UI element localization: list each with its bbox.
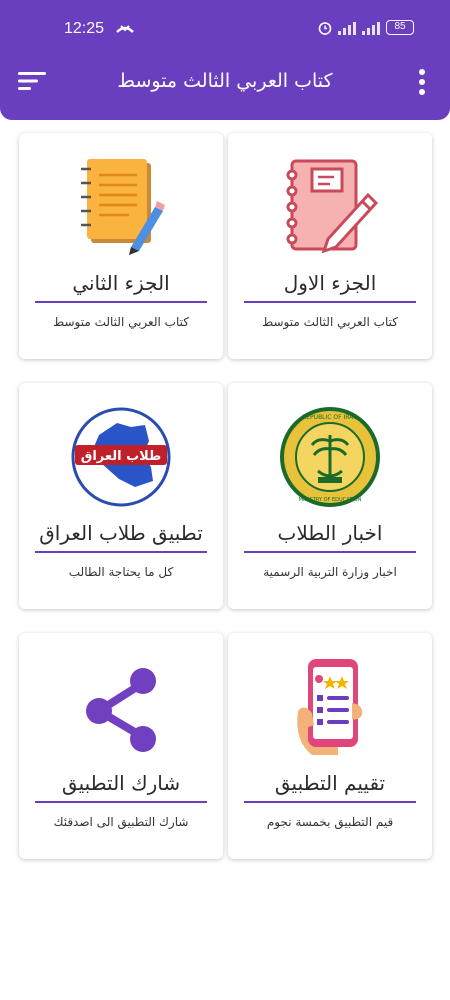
- card-subtitle: كل ما يحتاجة الطالب: [68, 565, 174, 579]
- status-bar: 12:25 85: [0, 18, 450, 42]
- divider: [35, 551, 207, 553]
- card-title: اخبار الطلاب: [277, 521, 383, 545]
- card-subtitle: قيم التطبيق بخمسة نجوم: [266, 815, 394, 829]
- card-share-app[interactable]: شارك التطبيق شارك التطبيق الى اصدقئك: [19, 633, 223, 859]
- divider: [244, 801, 416, 803]
- card-subtitle: كتاب العربي الثالث متوسط: [262, 315, 398, 329]
- card-rate-app[interactable]: تقييم التطبيق قيم التطبيق بخمسة نجوم: [228, 633, 432, 859]
- divider: [35, 301, 207, 303]
- signal-2-icon: [362, 21, 380, 35]
- battery-icon: 85: [386, 20, 414, 35]
- share-icon: [86, 668, 156, 752]
- card-subtitle: كتاب العربي الثالث متوسط: [53, 315, 189, 329]
- card-title: تطبيق طلاب العراق: [39, 521, 203, 545]
- card-part-two[interactable]: الجزء الثاني كتاب العربي الثالث متوسط: [19, 133, 223, 359]
- card-subtitle: شارك التطبيق الى اصدقئك: [53, 815, 189, 829]
- app-bar: 12:25 85 كتاب العربي الثالث متوسط: [0, 0, 450, 120]
- card-subtitle: اخبار وزارة التربية الرسمية: [263, 565, 397, 579]
- status-time: 12:25: [64, 20, 105, 37]
- card-title: الجزء الاول: [283, 271, 377, 295]
- logo-text: طلاب العراق: [81, 449, 162, 464]
- missed-call-icon: [116, 25, 134, 33]
- app-title: كتاب العربي الثالث متوسط: [117, 70, 333, 92]
- ministry-emblem-icon: REPUBLIC OF IRAQ MINISTRY OF EDUCATION: [280, 407, 380, 507]
- card-student-news[interactable]: REPUBLIC OF IRAQ MINISTRY OF EDUCATION ا…: [228, 383, 432, 609]
- alarm-icon: [318, 21, 332, 35]
- card-title: الجزء الثاني: [72, 271, 170, 295]
- more-options-icon[interactable]: [418, 68, 426, 96]
- divider: [244, 301, 416, 303]
- divider: [244, 551, 416, 553]
- card-title: تقييم التطبيق: [274, 771, 386, 795]
- signal-icon: [338, 21, 356, 35]
- divider: [35, 801, 207, 803]
- notebook-pencil-icon: [286, 159, 379, 254]
- phone-rating-icon: [297, 659, 363, 755]
- notepad-pencil-icon: [81, 159, 165, 255]
- card-title: شارك التطبيق: [61, 771, 181, 795]
- card-iraq-students-app[interactable]: طلاب العراق تطبيق طلاب العراق كل ما يحتا…: [19, 383, 223, 609]
- card-part-one[interactable]: الجزء الاول كتاب العربي الثالث متوسط: [228, 133, 432, 359]
- emblem-bottom-text: MINISTRY OF EDUCATION: [299, 497, 362, 503]
- emblem-top-text: REPUBLIC OF IRAQ: [302, 414, 358, 421]
- iraq-map-logo-icon: طلاب العراق: [71, 407, 171, 507]
